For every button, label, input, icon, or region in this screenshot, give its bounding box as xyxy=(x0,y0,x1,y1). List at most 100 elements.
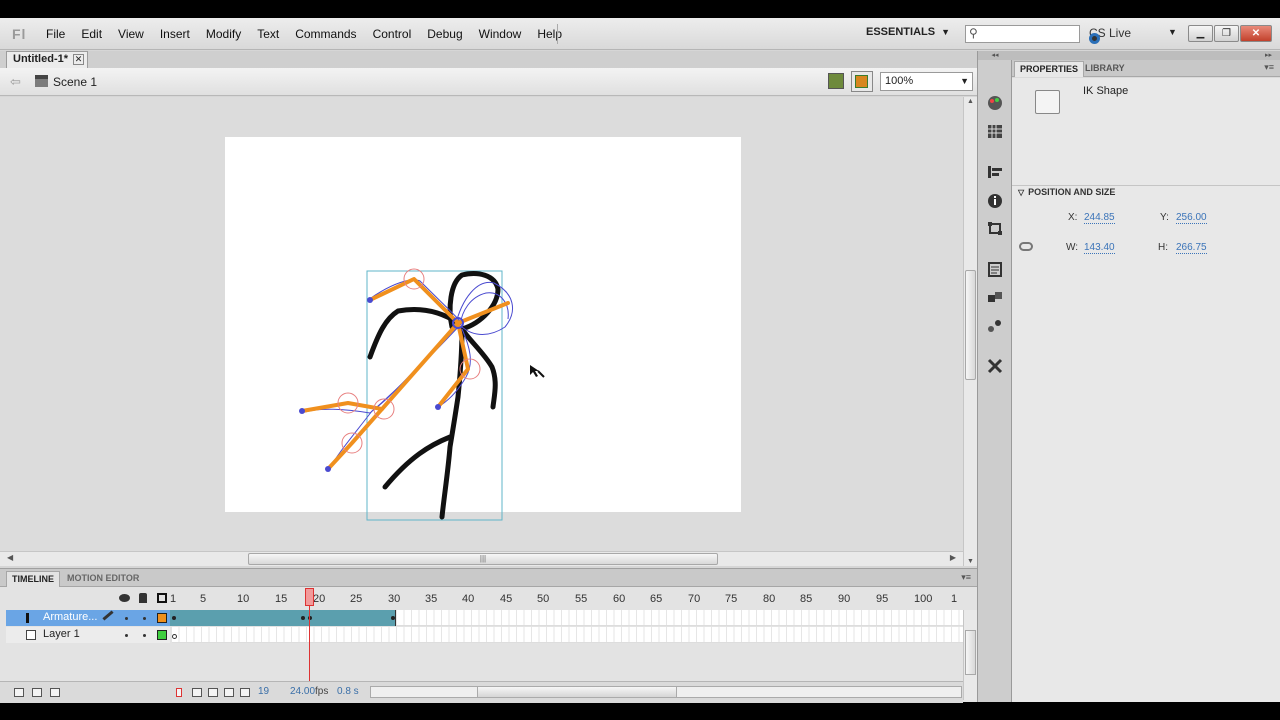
pose-keyframe[interactable] xyxy=(172,616,176,620)
zoom-select[interactable]: 100% ▼ xyxy=(880,72,973,91)
menu-modify[interactable]: Modify xyxy=(198,27,249,41)
visibility-dot[interactable] xyxy=(125,617,128,620)
menu-file[interactable]: File xyxy=(38,27,73,41)
modify-markers-icon[interactable] xyxy=(240,688,250,697)
tab-properties[interactable]: PROPERTIES xyxy=(1014,61,1085,77)
new-layer-icon[interactable] xyxy=(14,688,24,697)
tab-library[interactable]: LIBRARY xyxy=(1080,61,1130,77)
frame-number: 35 xyxy=(425,593,438,605)
layer-name[interactable]: Armature... xyxy=(43,611,97,623)
frame-number: 15 xyxy=(275,593,288,605)
layer-color-swatch[interactable] xyxy=(157,630,167,640)
swatches-icon[interactable] xyxy=(986,123,1004,140)
cs-live-button[interactable]: CS Live xyxy=(1089,26,1131,44)
menu-control[interactable]: Control xyxy=(365,27,420,41)
layer-frames[interactable] xyxy=(172,627,963,643)
scroll-up-icon[interactable]: ▲ xyxy=(967,98,974,105)
onion-skin-icon[interactable] xyxy=(192,688,202,697)
x-value[interactable]: 244.85 xyxy=(1084,212,1115,224)
playhead[interactable] xyxy=(305,588,314,606)
components-icon[interactable] xyxy=(986,289,1004,306)
layer-name-cell[interactable]: Armature... xyxy=(6,610,170,626)
menu-window[interactable]: Window xyxy=(471,27,530,41)
lock-icon[interactable] xyxy=(139,593,147,603)
menu-debug[interactable]: Debug xyxy=(419,27,470,41)
panel-menu-icon[interactable]: ▾≡ xyxy=(961,572,971,583)
layer-color-swatch[interactable] xyxy=(157,613,167,623)
outline-icon[interactable] xyxy=(157,593,167,603)
lock-dot[interactable] xyxy=(143,634,146,637)
menu-insert[interactable]: Insert xyxy=(152,27,198,41)
scroll-thumb[interactable] xyxy=(965,270,976,380)
chevron-down-icon[interactable]: ▼ xyxy=(1168,27,1177,37)
frame-rate[interactable]: 24.00 xyxy=(290,686,315,697)
empty-keyframe[interactable] xyxy=(172,634,177,639)
actions-icon[interactable] xyxy=(986,261,1004,278)
motion-presets-icon[interactable] xyxy=(986,317,1004,334)
minimize-button[interactable]: ▁ xyxy=(1188,25,1213,42)
position-size-section[interactable]: ▽ POSITION AND SIZE xyxy=(1018,187,1115,197)
frame-ruler[interactable]: 1 5 10 15 20 25 30 35 40 45 50 55 60 65 … xyxy=(170,588,963,610)
scene-label[interactable]: Scene 1 xyxy=(53,75,97,89)
layer-row-armature[interactable]: Armature... xyxy=(6,610,963,626)
scroll-thumb[interactable] xyxy=(965,630,976,675)
current-frame[interactable]: 19 xyxy=(258,686,269,697)
new-folder-icon[interactable] xyxy=(32,688,42,697)
pose-span[interactable] xyxy=(170,610,396,626)
document-tab[interactable]: Untitled-1* ✕ xyxy=(6,51,88,68)
scroll-right-icon[interactable]: ▶ xyxy=(950,553,956,562)
search-input[interactable] xyxy=(982,27,1077,41)
stick-figure-drawing[interactable] xyxy=(0,97,963,551)
info-icon[interactable] xyxy=(986,192,1004,209)
transform-icon[interactable] xyxy=(986,220,1004,237)
close-icon[interactable]: ✕ xyxy=(73,54,84,65)
onion-outline-icon[interactable] xyxy=(208,688,218,697)
menu-view[interactable]: View xyxy=(110,27,152,41)
tab-timeline[interactable]: TIMELINE xyxy=(6,571,60,587)
w-value[interactable]: 143.40 xyxy=(1084,242,1115,254)
pose-keyframe[interactable] xyxy=(301,616,305,620)
app-logo: Fl xyxy=(12,26,27,42)
edit-multiple-frames-icon[interactable] xyxy=(224,688,234,697)
tools-icon[interactable] xyxy=(986,357,1004,374)
visibility-dot[interactable] xyxy=(125,634,128,637)
scroll-down-icon[interactable]: ▼ xyxy=(967,558,974,565)
frame-number: 45 xyxy=(500,593,513,605)
menu-text[interactable]: Text xyxy=(249,27,287,41)
collapse-panel-icon[interactable]: ▸▸ xyxy=(1012,51,1280,60)
stage-horizontal-scrollbar[interactable]: ◀ ||| ▶ xyxy=(0,551,963,566)
scroll-thumb[interactable]: ||| xyxy=(248,553,718,565)
back-arrow-icon[interactable]: ⇦ xyxy=(10,74,21,90)
menu-help[interactable]: Help xyxy=(529,27,570,41)
expand-panels-icon[interactable]: ◂◂ xyxy=(978,51,1012,60)
timeline-vertical-scrollbar[interactable] xyxy=(963,610,977,700)
workspace-switcher[interactable]: ESSENTIALS ▼ xyxy=(866,26,950,38)
panel-menu-icon[interactable]: ▾≡ xyxy=(1264,62,1274,73)
restore-button[interactable]: ❐ xyxy=(1214,25,1239,42)
scroll-thumb[interactable] xyxy=(477,687,677,697)
layer-row-layer1[interactable]: Layer 1 xyxy=(6,627,963,643)
edit-scene-icon[interactable] xyxy=(828,73,844,89)
menu-edit[interactable]: Edit xyxy=(73,27,110,41)
h-value[interactable]: 266.75 xyxy=(1176,242,1207,254)
help-search[interactable]: ⚲ xyxy=(965,25,1080,43)
layer-name[interactable]: Layer 1 xyxy=(43,628,80,640)
link-icon[interactable] xyxy=(1019,242,1033,251)
close-button[interactable]: ✕ xyxy=(1240,25,1272,42)
timeline-horizontal-scrollbar[interactable] xyxy=(370,686,962,698)
center-frame-icon[interactable] xyxy=(176,688,182,697)
lock-dot[interactable] xyxy=(143,617,146,620)
layer-name-cell[interactable]: Layer 1 xyxy=(6,627,170,643)
tab-motion-editor[interactable]: MOTION EDITOR xyxy=(62,571,144,587)
align-icon[interactable] xyxy=(986,163,1004,180)
eye-icon[interactable] xyxy=(119,594,130,602)
scroll-left-icon[interactable]: ◀ xyxy=(7,553,13,562)
pose-keyframe[interactable] xyxy=(391,616,395,620)
pasteboard[interactable] xyxy=(0,97,963,551)
delete-layer-icon[interactable] xyxy=(50,688,60,697)
stage-vertical-scrollbar[interactable]: ▲ ▼ xyxy=(963,97,977,566)
y-value[interactable]: 256.00 xyxy=(1176,212,1207,224)
color-palette-icon[interactable] xyxy=(986,94,1004,111)
menu-commands[interactable]: Commands xyxy=(287,27,364,41)
edit-symbols-icon[interactable] xyxy=(851,71,873,92)
